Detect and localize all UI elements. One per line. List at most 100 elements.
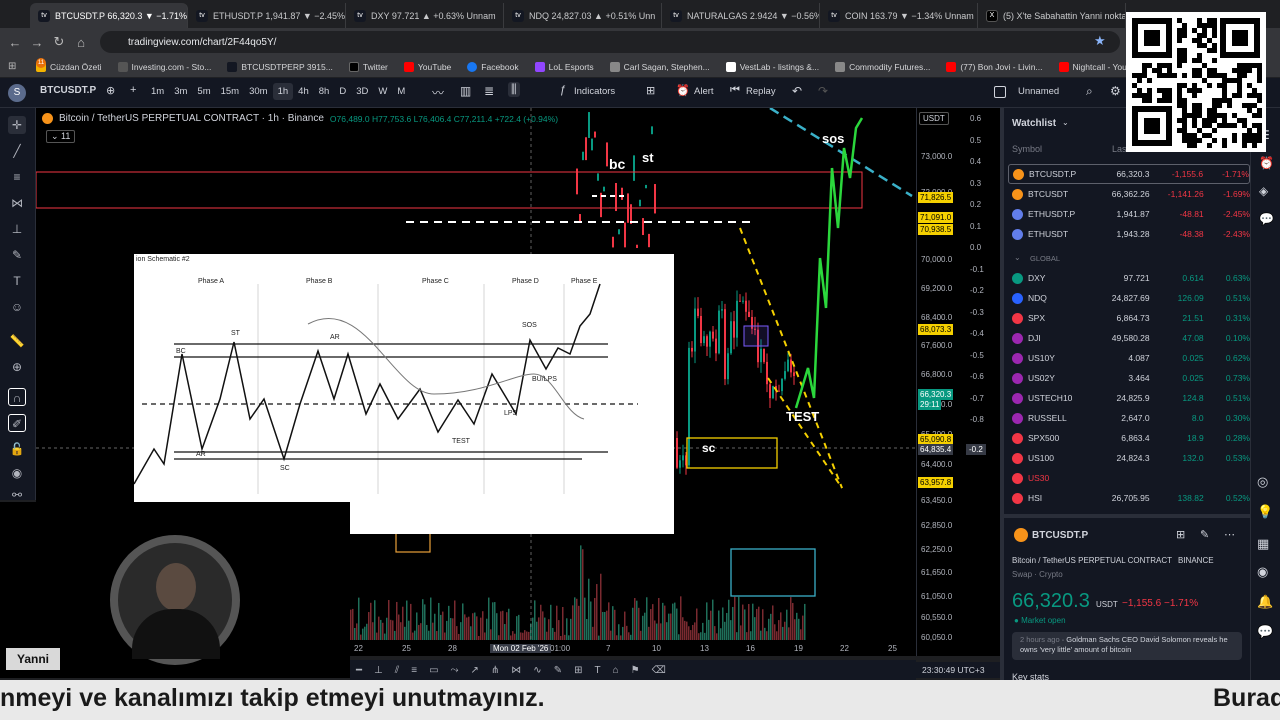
layout-icon[interactable]: ⊞ — [646, 84, 655, 97]
interval-button-active[interactable]: 1h — [272, 83, 294, 100]
annotation-st[interactable]: st — [642, 150, 654, 165]
alert-button[interactable]: Alert — [694, 86, 714, 97]
watchlist-row[interactable]: DXY 97.721 0.614 0.63% — [1008, 268, 1250, 288]
browser-tab[interactable]: tvDXY 97.721 ▲ +0.63% Unnam✕ — [346, 3, 504, 28]
notification-icon[interactable]: 🔔 — [1257, 594, 1273, 610]
indicator-toggle[interactable]: ⌄ 11 — [46, 130, 76, 143]
eye-icon[interactable]: ◉ — [8, 464, 26, 482]
flag-tool-icon[interactable]: ⚑ — [631, 665, 640, 676]
price-axis[interactable]: USDT 73,000.072,000.071,000.070,000.069,… — [916, 108, 966, 656]
bookmark-item[interactable]: VestLab - listings &... — [720, 61, 825, 72]
alert-icon[interactable]: ⏰ — [676, 84, 690, 97]
brush-tool-icon[interactable]: ✎ — [554, 665, 562, 676]
annotation-sos[interactable]: sos — [822, 131, 844, 146]
crosshair-icon[interactable]: ✛ — [8, 116, 26, 134]
interval-button[interactable]: 8h — [314, 86, 335, 100]
indicators-button[interactable]: Indicators — [574, 86, 615, 97]
search-icon[interactable]: ⌕ — [1086, 84, 1093, 99]
interval-button[interactable]: W — [373, 86, 392, 100]
layout-checkbox[interactable] — [994, 86, 1006, 98]
target-box[interactable] — [730, 548, 816, 597]
chart-type-icon[interactable]: ⫼ — [508, 82, 520, 97]
stay-drawing-icon[interactable]: ✐ — [8, 414, 26, 432]
interval-button[interactable]: M — [392, 86, 410, 100]
watchlist-row[interactable]: ETHUSDT 1,943.28 -48.38 -2.43% — [1008, 224, 1250, 244]
annotation-test[interactable]: TEST — [786, 409, 819, 424]
fib-icon[interactable]: ≡ — [8, 168, 26, 186]
emoji-icon[interactable]: ☺ — [8, 298, 26, 316]
column-symbol[interactable]: Symbol — [1012, 144, 1042, 154]
sc-box[interactable] — [686, 437, 778, 469]
bookmark-item[interactable]: Facebook — [461, 61, 524, 72]
target-icon[interactable]: ◎ — [1257, 474, 1268, 490]
watchlist-row[interactable]: US10Y 4.087 0.025 0.62% — [1008, 348, 1250, 368]
bars-icon[interactable]: ≣ — [484, 84, 494, 98]
pitchfork-tool-icon[interactable]: ⋔ — [491, 665, 499, 676]
chart-clock[interactable]: 23:30:49 UTC+3 — [916, 662, 1000, 678]
annotation-bc[interactable]: bc — [609, 156, 625, 172]
interval-button[interactable]: 30m — [244, 86, 272, 100]
bookmark-item[interactable]: LoL Esports — [529, 61, 600, 72]
news-card[interactable]: 2 hours ago · Goldman Sachs CEO David So… — [1012, 632, 1242, 660]
interval-button[interactable]: 3m — [169, 86, 192, 100]
replay-icon[interactable]: ⏮ — [730, 84, 740, 97]
url-field[interactable]: tradingview.com/chart/2F44qo5Y/ — [100, 31, 1120, 53]
bookmark-star-icon[interactable]: ★ — [1094, 33, 1106, 49]
apps-grid-icon[interactable]: ⊞ — [8, 61, 16, 72]
section-global[interactable]: GLOBAL — [1030, 254, 1060, 263]
projection-path[interactable] — [794, 117, 864, 409]
browser-tab[interactable]: tvBTCUSDT.P 66,320.3 ▼ −1.71%✕ — [30, 3, 188, 28]
browser-tab[interactable]: tvNDQ 24,827.03 ▲ +0.51% Unn✕ — [504, 3, 662, 28]
browser-tab[interactable]: X (5) X'te Sabahattin Yanni nokta — [978, 3, 1126, 28]
watchlist-row[interactable]: RUSSELL 2,647.0 8.0 0.30% — [1008, 408, 1250, 428]
home-icon[interactable]: ⌂ — [70, 35, 92, 50]
reload-icon[interactable]: ↻ — [48, 34, 70, 50]
interval-button[interactable]: 5m — [192, 86, 215, 100]
bookmark-item[interactable]: BTCUSDTPERP 3915... — [221, 61, 339, 72]
watchlist-row[interactable]: SPX 6,864.73 21.51 0.31% — [1008, 308, 1250, 328]
detail-symbol[interactable]: BTCUSDT.P — [1032, 530, 1088, 541]
symbol-search[interactable]: BTCUSDT.P — [40, 85, 96, 96]
browser-tab[interactable]: tvCOIN 163.79 ▼ −1.34% Unnam✕ — [820, 3, 978, 28]
chat-bubble-icon[interactable]: 💬 — [1257, 624, 1273, 640]
bookmark-item[interactable]: (77) Bon Jovi - Livin... — [940, 61, 1048, 72]
line-tool-icon[interactable]: ━ — [356, 665, 362, 676]
time-axis[interactable]: 22 25 28 Mon 02 Feb '26 01:00 7 10 13 16… — [350, 640, 916, 656]
bookmark-item[interactable]: Twitter — [343, 61, 394, 72]
fib-tool-icon[interactable]: ≡ — [411, 665, 417, 676]
interval-button[interactable]: D — [334, 86, 351, 100]
ray-tool-icon[interactable]: ⊥ — [374, 665, 383, 676]
back-icon[interactable]: ← — [4, 35, 26, 50]
measure-tool-icon[interactable]: ⊞ — [574, 665, 582, 676]
indicators-icon[interactable]: ƒ — [560, 84, 566, 96]
path-tool-icon[interactable]: ⤳ — [451, 665, 459, 676]
pattern-tool-icon[interactable]: ⋈ — [511, 665, 521, 676]
watchlist-row[interactable]: NDQ 24,827.69 126.09 0.51% — [1008, 288, 1250, 308]
alerts-icon[interactable]: ⏰ — [1259, 156, 1274, 170]
compare-icon[interactable]: ⊕ — [106, 84, 115, 97]
note-tool-icon[interactable]: ⌂ — [613, 665, 619, 676]
watchlist-row[interactable]: HSI 26,705.95 138.82 0.52% — [1008, 488, 1250, 508]
annotation-sc[interactable]: sc — [702, 441, 715, 455]
watchlist-row[interactable]: US02Y 3.464 0.025 0.73% — [1008, 368, 1250, 388]
gear-icon[interactable]: ⚙ — [1110, 84, 1121, 98]
pattern-icon[interactable]: ⋈ — [8, 194, 26, 212]
brush-icon[interactable]: ✎ — [8, 246, 26, 264]
test-marker[interactable] — [743, 325, 769, 347]
watchlist-row[interactable]: US30 — [1008, 468, 1250, 488]
candles-icon[interactable]: ▥ — [460, 84, 471, 98]
user-avatar[interactable]: S — [8, 84, 26, 102]
text-icon[interactable]: T — [8, 272, 26, 290]
interval-button[interactable]: 15m — [216, 86, 244, 100]
broadcast-icon[interactable]: ◉ — [1257, 564, 1268, 580]
bookmark-item[interactable]: YouTube — [398, 61, 457, 72]
forward-icon[interactable]: → — [26, 35, 48, 50]
layers-icon[interactable]: ◈ — [1259, 184, 1268, 198]
interval-button[interactable]: 3D — [351, 86, 373, 100]
browser-tab[interactable]: tvETHUSDT.P 1,941.87 ▼ −2.45%✕ — [188, 3, 346, 28]
interval-button[interactable]: 1m — [146, 86, 169, 100]
watchlist-row[interactable]: DJI 49,580.28 47.08 0.10% — [1008, 328, 1250, 348]
watchlist-row[interactable]: BTCUSDT 66,362.26 -1,141.26 -1.69% — [1008, 184, 1250, 204]
zoom-icon[interactable]: ⊕ — [8, 358, 26, 376]
watchlist-row[interactable]: USTECH10 24,825.9 124.8 0.51% — [1008, 388, 1250, 408]
